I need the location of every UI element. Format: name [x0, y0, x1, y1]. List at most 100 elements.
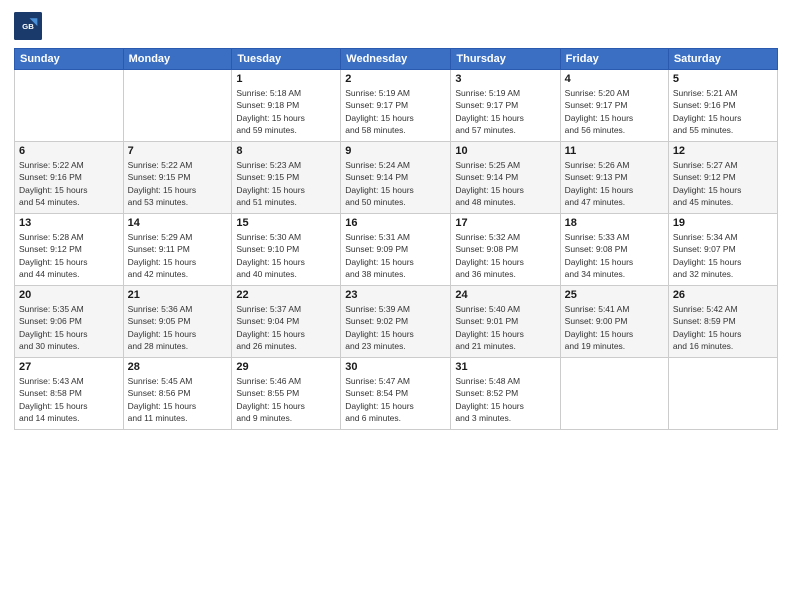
calendar-week-row: 1Sunrise: 5:18 AM Sunset: 9:18 PM Daylig… — [15, 70, 778, 142]
day-number: 29 — [236, 361, 336, 373]
day-of-week-header: Monday — [123, 49, 232, 70]
day-info: Sunrise: 5:40 AM Sunset: 9:01 PM Dayligh… — [455, 303, 555, 352]
calendar-day-cell: 8Sunrise: 5:23 AM Sunset: 9:15 PM Daylig… — [232, 142, 341, 214]
calendar-day-cell: 22 Sunrise: 5:37 AM Sunset: 9:04 PM Dayli… — [232, 286, 341, 358]
day-info: Sunrise: 5:21 AM Sunset: 9:16 PM Dayligh… — [673, 87, 773, 136]
day-info: Sunrise: 5:32 AM Sunset: 9:08 PM Dayligh… — [455, 231, 555, 280]
calendar-day-cell: 12 Sunrise: 5:27 AM Sunset: 9:12 PM Dayli… — [668, 142, 777, 214]
day-of-week-header: Sunday — [15, 49, 124, 70]
calendar-day-cell: 10 Sunrise: 5:25 AM Sunset: 9:14 PM Dayli… — [451, 142, 560, 214]
day-number: 21 — [128, 289, 228, 301]
calendar-day-cell: 25 Sunrise: 5:41 AM Sunset: 9:00 PM Dayli… — [560, 286, 668, 358]
calendar-day-cell: 30 Sunrise: 5:47 AM Sunset: 8:54 PM Dayli… — [341, 358, 451, 430]
day-info: Sunrise: 5:36 AM Sunset: 9:05 PM Dayligh… — [128, 303, 228, 352]
day-info: Sunrise: 5:48 AM Sunset: 8:52 PM Dayligh… — [455, 375, 555, 424]
calendar-day-cell: 17 Sunrise: 5:32 AM Sunset: 9:08 PM Dayli… — [451, 214, 560, 286]
day-info: Sunrise: 5:47 AM Sunset: 8:54 PM Dayligh… — [345, 375, 446, 424]
day-number: 10 — [455, 145, 555, 157]
day-number: 30 — [345, 361, 446, 373]
calendar-day-cell: 6Sunrise: 5:22 AM Sunset: 9:16 PM Daylig… — [15, 142, 124, 214]
calendar-day-cell: 21 Sunrise: 5:36 AM Sunset: 9:05 PM Dayli… — [123, 286, 232, 358]
header: GB — [14, 12, 778, 40]
day-info: Sunrise: 5:34 AM Sunset: 9:07 PM Dayligh… — [673, 231, 773, 280]
calendar-day-cell: 3 Sunrise: 5:19 AM Sunset: 9:17 PM Daylig… — [451, 70, 560, 142]
day-info: Sunrise: 5:19 AM Sunset: 9:17 PM Dayligh… — [345, 87, 446, 136]
day-info: Sunrise: 5:45 AM Sunset: 8:56 PM Dayligh… — [128, 375, 228, 424]
day-info: Sunrise: 5:46 AM Sunset: 8:55 PM Dayligh… — [236, 375, 336, 424]
day-number: 18 — [565, 217, 664, 229]
day-info: Sunrise: 5:19 AM Sunset: 9:17 PM Dayligh… — [455, 87, 555, 136]
day-number: 5 — [673, 73, 773, 85]
day-number: 24 — [455, 289, 555, 301]
day-info: Sunrise: 5:28 AM Sunset: 9:12 PM Dayligh… — [19, 231, 119, 280]
calendar-day-cell: 5 Sunrise: 5:21 AM Sunset: 9:16 PM Daylig… — [668, 70, 777, 142]
day-number: 28 — [128, 361, 228, 373]
calendar-day-cell — [668, 358, 777, 430]
calendar-day-cell: 24 Sunrise: 5:40 AM Sunset: 9:01 PM Dayli… — [451, 286, 560, 358]
calendar-header-row: SundayMondayTuesdayWednesdayThursdayFrid… — [15, 49, 778, 70]
calendar-day-cell: 18 Sunrise: 5:33 AM Sunset: 9:08 PM Dayli… — [560, 214, 668, 286]
day-of-week-header: Thursday — [451, 49, 560, 70]
day-number: 31 — [455, 361, 555, 373]
svg-text:GB: GB — [22, 22, 34, 31]
calendar-day-cell — [15, 70, 124, 142]
day-number: 22 — [236, 289, 336, 301]
calendar-day-cell — [123, 70, 232, 142]
day-of-week-header: Saturday — [668, 49, 777, 70]
calendar-week-row: 6Sunrise: 5:22 AM Sunset: 9:16 PM Daylig… — [15, 142, 778, 214]
day-info: Sunrise: 5:35 AM Sunset: 9:06 PM Dayligh… — [19, 303, 119, 352]
day-number: 9 — [345, 145, 446, 157]
day-info: Sunrise: 5:20 AM Sunset: 9:17 PM Dayligh… — [565, 87, 664, 136]
calendar-day-cell: 23Sunrise: 5:39 AM Sunset: 9:02 PM Dayli… — [341, 286, 451, 358]
calendar-week-row: 27Sunrise: 5:43 AM Sunset: 8:58 PM Dayli… — [15, 358, 778, 430]
day-number: 17 — [455, 217, 555, 229]
day-number: 16 — [345, 217, 446, 229]
day-number: 15 — [236, 217, 336, 229]
day-info: Sunrise: 5:31 AM Sunset: 9:09 PM Dayligh… — [345, 231, 446, 280]
day-number: 19 — [673, 217, 773, 229]
day-number: 25 — [565, 289, 664, 301]
calendar-day-cell: 2Sunrise: 5:19 AM Sunset: 9:17 PM Daylig… — [341, 70, 451, 142]
day-info: Sunrise: 5:29 AM Sunset: 9:11 PM Dayligh… — [128, 231, 228, 280]
day-info: Sunrise: 5:24 AM Sunset: 9:14 PM Dayligh… — [345, 159, 446, 208]
calendar-day-cell: 26Sunrise: 5:42 AM Sunset: 8:59 PM Dayli… — [668, 286, 777, 358]
calendar-day-cell: 9 Sunrise: 5:24 AM Sunset: 9:14 PM Daylig… — [341, 142, 451, 214]
calendar-day-cell: 13 Sunrise: 5:28 AM Sunset: 9:12 PM Dayli… — [15, 214, 124, 286]
day-number: 20 — [19, 289, 119, 301]
day-info: Sunrise: 5:30 AM Sunset: 9:10 PM Dayligh… — [236, 231, 336, 280]
day-number: 3 — [455, 73, 555, 85]
calendar-day-cell — [560, 358, 668, 430]
day-number: 7 — [128, 145, 228, 157]
calendar-day-cell: 29 Sunrise: 5:46 AM Sunset: 8:55 PM Dayli… — [232, 358, 341, 430]
calendar-day-cell: 1Sunrise: 5:18 AM Sunset: 9:18 PM Daylig… — [232, 70, 341, 142]
calendar-day-cell: 19 Sunrise: 5:34 AM Sunset: 9:07 PM Dayli… — [668, 214, 777, 286]
day-info: Sunrise: 5:27 AM Sunset: 9:12 PM Dayligh… — [673, 159, 773, 208]
day-number: 12 — [673, 145, 773, 157]
calendar-day-cell: 4 Sunrise: 5:20 AM Sunset: 9:17 PM Daylig… — [560, 70, 668, 142]
day-number: 1 — [236, 73, 336, 85]
day-info: Sunrise: 5:26 AM Sunset: 9:13 PM Dayligh… — [565, 159, 664, 208]
day-info: Sunrise: 5:22 AM Sunset: 9:15 PM Dayligh… — [128, 159, 228, 208]
logo: GB — [14, 12, 44, 40]
calendar-day-cell: 31 Sunrise: 5:48 AM Sunset: 8:52 PM Dayli… — [451, 358, 560, 430]
calendar-day-cell: 11 Sunrise: 5:26 AM Sunset: 9:13 PM Dayli… — [560, 142, 668, 214]
day-number: 8 — [236, 145, 336, 157]
day-number: 23 — [345, 289, 446, 301]
day-number: 11 — [565, 145, 664, 157]
day-number: 4 — [565, 73, 664, 85]
day-number: 6 — [19, 145, 119, 157]
day-info: Sunrise: 5:33 AM Sunset: 9:08 PM Dayligh… — [565, 231, 664, 280]
day-number: 27 — [19, 361, 119, 373]
calendar-day-cell: 15 Sunrise: 5:30 AM Sunset: 9:10 PM Dayli… — [232, 214, 341, 286]
day-of-week-header: Friday — [560, 49, 668, 70]
calendar-day-cell: 14Sunrise: 5:29 AM Sunset: 9:11 PM Dayli… — [123, 214, 232, 286]
day-info: Sunrise: 5:25 AM Sunset: 9:14 PM Dayligh… — [455, 159, 555, 208]
logo-icon: GB — [14, 12, 42, 40]
day-info: Sunrise: 5:41 AM Sunset: 9:00 PM Dayligh… — [565, 303, 664, 352]
calendar-table: SundayMondayTuesdayWednesdayThursdayFrid… — [14, 48, 778, 430]
day-of-week-header: Tuesday — [232, 49, 341, 70]
day-number: 26 — [673, 289, 773, 301]
calendar-day-cell: 7 Sunrise: 5:22 AM Sunset: 9:15 PM Daylig… — [123, 142, 232, 214]
day-number: 13 — [19, 217, 119, 229]
day-info: Sunrise: 5:37 AM Sunset: 9:04 PM Dayligh… — [236, 303, 336, 352]
